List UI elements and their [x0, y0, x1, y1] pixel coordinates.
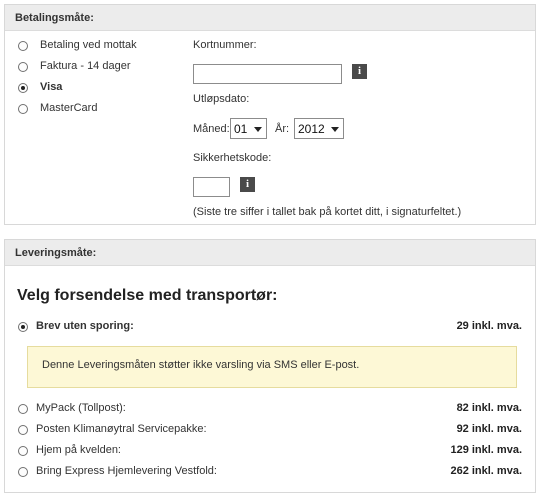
delivery-notice-text: Denne Leveringsmåten støtter ikke varsli… [42, 359, 360, 371]
delivery-heading: Velg forsendelse med transportør: [17, 287, 278, 304]
payment-label-cod[interactable]: Betaling ved mottak [40, 39, 137, 51]
delivery-radio-posten[interactable] [18, 425, 28, 435]
delivery-radio-brev[interactable] [18, 322, 28, 332]
expiry-label: Utløpsdato: [193, 93, 250, 105]
delivery-price-bring: 262 inkl. mva. [450, 465, 522, 477]
delivery-header: Leveringsmåte: [5, 240, 535, 266]
month-label: Måned: [193, 123, 230, 135]
delivery-label-bring[interactable]: Bring Express Hjemlevering Vestfold: [36, 465, 217, 477]
payment-label-invoice[interactable]: Faktura - 14 dager [40, 60, 131, 72]
security-code-label: Sikkerhetskode: [193, 152, 272, 164]
month-select[interactable]: 01 [230, 118, 267, 139]
payment-header: Betalingsmåte: [5, 5, 535, 31]
chevron-down-icon [254, 127, 262, 132]
security-code-info-icon[interactable]: i [240, 177, 255, 192]
payment-panel: Betalingsmåte: [4, 4, 536, 225]
delivery-radio-mypack[interactable] [18, 404, 28, 414]
chevron-down-icon [331, 127, 339, 132]
card-number-label: Kortnummer: [193, 39, 257, 51]
delivery-label-posten[interactable]: Posten Klimanøytral Servicepakke: [36, 423, 207, 435]
delivery-label-brev[interactable]: Brev uten sporing: [36, 320, 134, 332]
delivery-notice: Denne Leveringsmåten støtter ikke varsli… [27, 346, 517, 388]
payment-radio-cod[interactable] [18, 41, 28, 51]
delivery-price-brev: 29 inkl. mva. [456, 320, 522, 332]
payment-radio-mastercard[interactable] [18, 104, 28, 114]
payment-radio-invoice[interactable] [18, 62, 28, 72]
delivery-radio-kveld[interactable] [18, 446, 28, 456]
delivery-price-kveld: 129 inkl. mva. [450, 444, 522, 456]
security-code-input[interactable] [193, 177, 230, 197]
year-label: År: [275, 123, 290, 135]
card-number-info-icon[interactable]: i [352, 64, 367, 79]
year-select[interactable]: 2012 [294, 118, 344, 139]
month-value: 01 [234, 122, 248, 136]
delivery-price-posten: 92 inkl. mva. [456, 423, 522, 435]
payment-radio-visa[interactable] [18, 83, 28, 93]
delivery-label-kveld[interactable]: Hjem på kvelden: [36, 444, 121, 456]
year-value: 2012 [298, 122, 325, 136]
payment-label-mastercard[interactable]: MasterCard [40, 102, 97, 114]
card-number-input[interactable] [193, 64, 342, 84]
delivery-price-mypack: 82 inkl. mva. [456, 402, 522, 414]
payment-label-visa[interactable]: Visa [40, 81, 62, 93]
delivery-label-mypack[interactable]: MyPack (Tollpost): [36, 402, 126, 414]
security-code-hint: (Siste tre siffer i tallet bak på kortet… [193, 206, 462, 218]
delivery-radio-bring[interactable] [18, 467, 28, 477]
